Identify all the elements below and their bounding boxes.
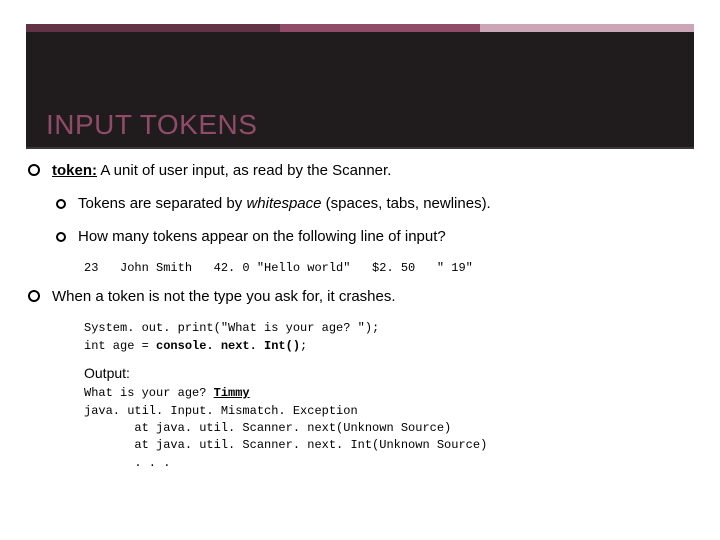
bullet-icon (28, 290, 40, 302)
term-token: token: (52, 162, 97, 179)
bullet-icon (56, 199, 66, 209)
accent-bar (26, 24, 694, 32)
output-user-input: Timmy (214, 386, 250, 400)
bullet-1-text: token: A unit of user input, as read by … (52, 162, 391, 181)
code-line-1: System. out. print("What is your age? ")… (84, 321, 379, 335)
code-java: System. out. print("What is your age? ")… (84, 320, 694, 355)
code-tokens-example: 23 John Smith 42. 0 "Hello world" $2. 50… (84, 260, 694, 277)
bullet-4: When a token is not the type you ask for… (28, 288, 694, 307)
slide: INPUT TOKENS token: A unit of user input… (0, 0, 720, 540)
bullet-icon (28, 164, 40, 176)
bullet-2-text: Tokens are separated by whitespace (spac… (78, 195, 491, 214)
output-block: What is your age? Timmy java. util. Inpu… (84, 385, 694, 472)
accent-seg-1 (26, 24, 280, 32)
bullet-4-text: When a token is not the type you ask for… (52, 288, 396, 307)
title-block: INPUT TOKENS (26, 32, 694, 147)
accent-seg-2 (280, 24, 480, 32)
bullet-1: token: A unit of user input, as read by … (28, 162, 694, 181)
output-label: Output: (84, 365, 694, 381)
bullet-3: How many tokens appear on the following … (56, 228, 694, 247)
bullet-2-a: Tokens are separated by (78, 195, 246, 212)
code-line-2: int age = console. next. Int(); (84, 339, 307, 353)
slide-title: INPUT TOKENS (46, 109, 257, 141)
bullet-icon (56, 232, 66, 242)
bullet-2-b: (spaces, tabs, newlines). (321, 195, 490, 212)
content-area: token: A unit of user input, as read by … (28, 162, 694, 482)
output-prompt: What is your age? (84, 386, 214, 400)
accent-seg-3 (480, 24, 694, 32)
bullet-3-text: How many tokens appear on the following … (78, 228, 446, 247)
output-stacktrace: java. util. Input. Mismatch. Exception a… (84, 404, 487, 470)
title-divider (26, 147, 694, 149)
bullet-2-ital: whitespace (246, 195, 321, 212)
bullet-2: Tokens are separated by whitespace (spac… (56, 195, 694, 214)
bullet-1-rest: A unit of user input, as read by the Sca… (97, 162, 391, 179)
